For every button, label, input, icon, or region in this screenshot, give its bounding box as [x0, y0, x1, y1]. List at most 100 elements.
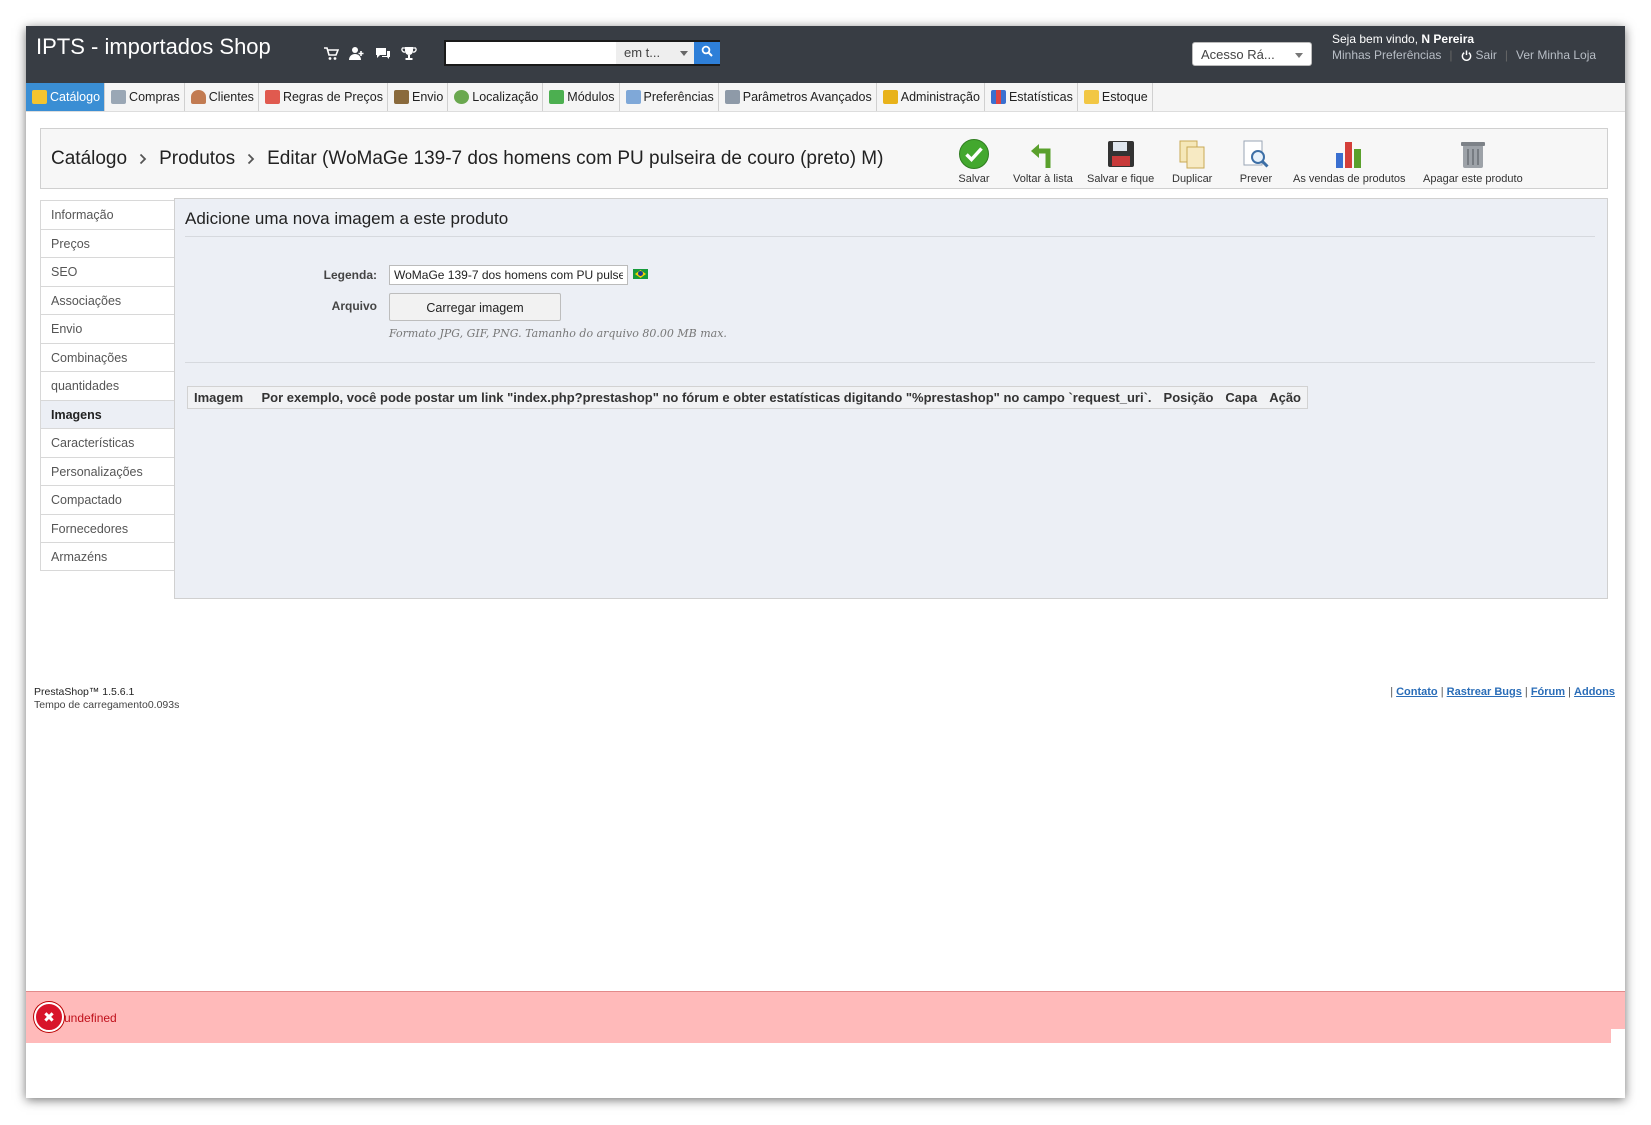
quick-icons	[322, 44, 418, 62]
menu-item-stats[interactable]: Estatísticas	[985, 83, 1078, 111]
tab-combinations[interactable]: Combinações	[40, 342, 174, 371]
column-legend: Por exemplo, você pode postar um link "i…	[261, 390, 1152, 405]
search-input[interactable]	[446, 42, 614, 64]
menu-item-label: Preferências	[643, 90, 714, 104]
menu-item-label: Estatísticas	[1008, 90, 1073, 104]
breadcrumb-catalog[interactable]: Catálogo	[51, 148, 127, 170]
tab-seo[interactable]: SEO	[40, 257, 174, 286]
admin-window: IPTS - importados Shop em t... Acesso Rá…	[26, 26, 1625, 1098]
menu-item-label: Parâmetros Avançados	[742, 90, 872, 104]
tab-pack[interactable]: Compactado	[40, 485, 174, 514]
breadcrumb-products[interactable]: Produtos	[159, 148, 235, 170]
tab-quantities[interactable]: quantidades	[40, 371, 174, 400]
view-store-link[interactable]: Ver Minha Loja	[1516, 48, 1596, 62]
save-label: Salvar	[958, 173, 990, 185]
tab-prices[interactable]: Preços	[40, 228, 174, 257]
bug-tracker-link[interactable]: Rastrear Bugs	[1447, 686, 1522, 698]
trophy-icon[interactable]	[400, 44, 418, 62]
menu-item-preferences[interactable]: Preferências	[620, 83, 719, 111]
page-toolbar: Catálogo Produtos Editar (WoMaGe 139-7 d…	[40, 128, 1608, 189]
menu-item-modules[interactable]: Módulos	[543, 83, 620, 111]
menu-item-label: Administração	[900, 90, 980, 104]
key-icon	[882, 90, 898, 104]
preferences-icon	[625, 90, 641, 104]
product-tabs: Informação Preços SEO Associações Envio …	[40, 200, 174, 571]
floppy-disk-icon	[1104, 137, 1138, 171]
cart-icon	[111, 90, 127, 104]
menu-item-shipping[interactable]: Envio	[388, 83, 449, 111]
shop-name[interactable]: IPTS - importados Shop	[36, 34, 271, 60]
back-to-list-button[interactable]: Voltar à lista	[1013, 137, 1073, 185]
duplicate-button[interactable]: Duplicar	[1172, 137, 1212, 185]
user-icon	[190, 90, 206, 104]
delete-product-button[interactable]: Apagar este produto	[1423, 137, 1523, 185]
tab-features[interactable]: Características	[40, 428, 174, 457]
menu-item-advanced-parameters[interactable]: Parâmetros Avançados	[719, 83, 877, 111]
error-notification: ✖ undefined	[26, 991, 1625, 1043]
menu-item-label: Envio	[412, 90, 444, 104]
menu-item-localization[interactable]: Localização	[448, 83, 544, 111]
quick-access-select[interactable]: Acesso Rá...	[1192, 42, 1312, 66]
tab-shipping[interactable]: Envio	[40, 314, 174, 343]
globe-icon	[454, 90, 470, 104]
tab-customization[interactable]: Personalizações	[40, 456, 174, 485]
search-box: em t...	[444, 40, 720, 66]
search-icon	[701, 44, 713, 62]
tab-associations[interactable]: Associações	[40, 285, 174, 314]
price-rules-icon	[264, 90, 280, 104]
delete-product-label: Apagar este produto	[1423, 173, 1523, 185]
menu-item-label: Clientes	[208, 90, 254, 104]
save-and-stay-label: Salvar e fique	[1087, 173, 1155, 185]
forum-link[interactable]: Fórum	[1531, 686, 1565, 698]
chevron-down-icon	[1295, 53, 1303, 58]
images-table-header: Imagem Por exemplo, você pode postar um …	[187, 386, 1308, 409]
upload-image-button[interactable]: Carregar imagem	[389, 293, 561, 321]
legend-input[interactable]	[389, 265, 628, 285]
tab-warehouses[interactable]: Armazéns	[40, 542, 174, 571]
menu-item-catalog[interactable]: Catálogo	[26, 83, 106, 111]
menu-item-stock[interactable]: Estoque	[1078, 83, 1153, 111]
menu-item-label: Estoque	[1101, 90, 1148, 104]
legend-label: Legenda:	[323, 268, 377, 282]
panel-title: Adicione uma nova imagem a este produto	[185, 209, 509, 228]
tab-information[interactable]: Informação	[40, 200, 174, 229]
error-icon[interactable]: ✖	[34, 1002, 64, 1032]
menu-item-price-rules[interactable]: Regras de Preços	[259, 83, 388, 111]
welcome-prefix: Seja bem vindo,	[1332, 32, 1422, 46]
column-action: Ação	[1269, 390, 1301, 405]
divider	[185, 236, 1595, 237]
logout-link[interactable]: Sair	[1476, 48, 1497, 62]
preview-label: Prever	[1239, 173, 1273, 185]
power-icon	[1461, 49, 1472, 61]
menu-item-orders[interactable]: Compras	[105, 83, 185, 111]
images-panel: Adicione uma nova imagem a este produto …	[174, 198, 1608, 599]
brazil-flag-icon[interactable]	[633, 269, 648, 279]
menu-item-administration[interactable]: Administração	[877, 83, 985, 111]
separator: |	[1449, 48, 1453, 62]
footer-links: | Contato | Rastrear Bugs | Fórum | Addo…	[1390, 686, 1615, 698]
version-text: PrestaShop™ 1.5.6.1	[34, 686, 135, 698]
user-name: N Pereira	[1421, 32, 1475, 46]
file-label: Arquivo	[331, 299, 377, 313]
product-sales-button[interactable]: As vendas de produtos	[1293, 137, 1406, 185]
tab-suppliers[interactable]: Fornecedores	[40, 513, 174, 542]
save-and-stay-button[interactable]: Salvar e fique	[1087, 137, 1154, 185]
search-scope-select[interactable]: em t...	[616, 42, 694, 64]
chevron-right-icon	[247, 153, 255, 165]
search-button[interactable]	[694, 42, 720, 64]
error-message: undefined	[64, 1011, 117, 1025]
new-messages-icon[interactable]	[374, 44, 392, 62]
contact-link[interactable]: Contato	[1396, 686, 1438, 698]
addons-link[interactable]: Addons	[1574, 686, 1615, 698]
back-arrow-icon	[1026, 137, 1060, 171]
tab-images[interactable]: Imagens	[40, 399, 174, 428]
new-customers-icon[interactable]	[348, 44, 366, 62]
preview-button[interactable]: Prever	[1239, 137, 1273, 185]
menu-item-customers[interactable]: Clientes	[185, 83, 259, 111]
new-orders-icon[interactable]	[322, 44, 340, 62]
chevron-right-icon	[139, 153, 147, 165]
stats-icon	[990, 90, 1006, 104]
save-button[interactable]: Salvar	[957, 137, 991, 185]
my-preferences-link[interactable]: Minhas Preferências	[1332, 48, 1441, 62]
menu-item-label: Catálogo	[50, 90, 101, 104]
